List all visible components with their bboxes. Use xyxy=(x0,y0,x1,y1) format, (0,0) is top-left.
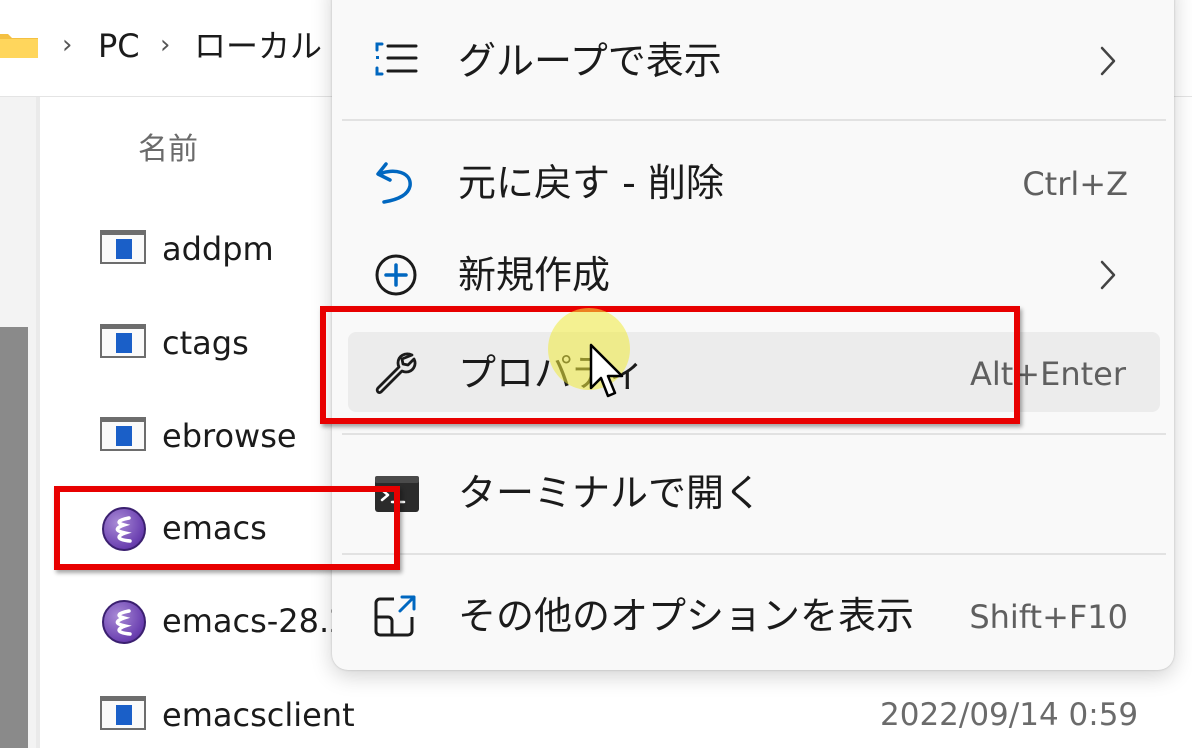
breadcrumb-pc[interactable]: PC xyxy=(98,26,140,66)
exe-icon xyxy=(100,230,148,268)
more-options-icon xyxy=(374,595,416,637)
group-list-icon xyxy=(375,42,418,76)
menu-item-shortcut: Ctrl+Z xyxy=(1022,165,1128,203)
menu-item-shortcut: Shift+F10 xyxy=(969,598,1128,636)
highlight-box-emacs xyxy=(54,486,400,570)
breadcrumb-chevron-icon[interactable]: › xyxy=(62,30,72,60)
pane-divider[interactable] xyxy=(36,97,40,748)
menu-separator xyxy=(342,119,1166,121)
menu-separator xyxy=(342,553,1166,555)
file-name: ctags xyxy=(162,324,249,362)
menu-separator xyxy=(342,433,1166,435)
undo-icon xyxy=(376,162,412,204)
exe-icon xyxy=(100,324,148,362)
chevron-right-icon xyxy=(1100,260,1116,290)
chevron-right-icon xyxy=(1100,46,1116,76)
navigation-pane-scrollbar[interactable] xyxy=(0,327,28,748)
menu-item-undo-delete[interactable]: 元に戻す - 削除 Ctrl+Z xyxy=(342,142,1162,222)
file-row-emacs-28-2[interactable]: emacs-28.2 xyxy=(100,596,360,646)
file-name: ebrowse xyxy=(162,417,297,455)
navigation-pane xyxy=(0,97,36,748)
menu-item-label: グループで表示 xyxy=(458,39,722,83)
exe-icon xyxy=(100,417,148,455)
file-name: emacsclient xyxy=(162,696,355,734)
file-name: emacs-28.2 xyxy=(162,602,350,640)
file-row-addpm[interactable]: addpm xyxy=(100,224,360,274)
exe-icon xyxy=(100,696,148,734)
emacs-icon xyxy=(100,600,148,644)
menu-item-more-options[interactable]: その他のオプションを表示 Shift+F10 xyxy=(342,575,1162,655)
menu-item-label: 新規作成 xyxy=(458,253,611,297)
menu-item-open-terminal[interactable]: ターミナルで開く xyxy=(342,452,1162,532)
menu-item-label: ターミナルで開く xyxy=(458,471,763,515)
file-row-emacsclient[interactable]: emacsclient xyxy=(100,690,360,740)
screen: › PC › ローカル デ 名前 addpm ctags ebrowse ema… xyxy=(0,0,1192,748)
menu-item-new[interactable]: 新規作成 xyxy=(342,234,1162,314)
menu-item-group-by[interactable]: グループで表示 xyxy=(342,20,1162,100)
new-circle-plus-icon xyxy=(375,254,417,296)
file-name: addpm xyxy=(162,230,274,268)
breadcrumb-chevron-icon[interactable]: › xyxy=(160,30,170,60)
menu-item-label: その他のオプションを表示 xyxy=(458,594,915,638)
menu-item-label: 元に戻す - 削除 xyxy=(458,161,724,205)
date-modified: 2022/09/14 0:59 xyxy=(880,697,1139,733)
folder-icon xyxy=(0,34,38,58)
highlight-box-properties xyxy=(320,306,1020,424)
column-header-name[interactable]: 名前 xyxy=(138,130,198,170)
mouse-cursor-icon xyxy=(589,343,624,398)
